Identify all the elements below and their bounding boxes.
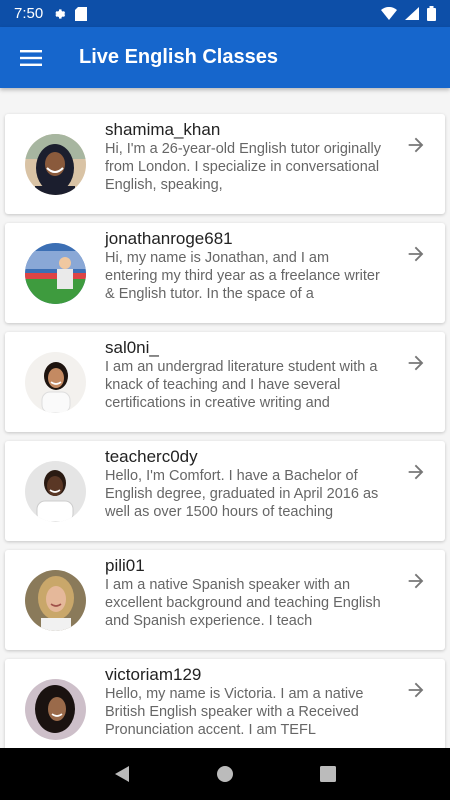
arrow-right-icon[interactable]: [405, 243, 427, 265]
wifi-icon: [381, 7, 397, 20]
gear-icon: [55, 8, 66, 19]
battery-icon: [427, 6, 436, 21]
tutor-card[interactable]: victoriam129 Hello, my name is Victoria.…: [5, 659, 445, 748]
tutor-card[interactable]: sal0ni_ I am an undergrad literature stu…: [5, 332, 445, 432]
tutor-username: pili01: [105, 556, 145, 575]
tutor-username: shamima_khan: [105, 120, 221, 139]
recents-button[interactable]: [316, 762, 340, 786]
tutor-bio: Hi, my name is Jonathan, and I am enteri…: [105, 250, 380, 302]
tutor-bio: Hello, my name is Victoria. I am a nativ…: [105, 686, 364, 738]
tutor-username: jonathanroge681: [105, 229, 233, 248]
menu-button[interactable]: [0, 27, 62, 88]
signal-icon: [405, 7, 419, 20]
back-icon: [114, 766, 129, 782]
status-time: 7:50: [14, 5, 44, 22]
arrow-right-icon[interactable]: [405, 461, 427, 483]
tutor-bio: I am an undergrad literature student wit…: [105, 359, 378, 411]
sd-card-icon: [75, 6, 88, 21]
person-at-stadium-avatar: [25, 243, 86, 304]
tutor-username: victoriam129: [105, 665, 202, 684]
arrow-right-icon[interactable]: [405, 679, 427, 701]
arrow-right-icon[interactable]: [405, 352, 427, 374]
system-nav-bar: [0, 748, 450, 800]
smiling-woman-avatar: [25, 352, 86, 413]
avatar: [25, 243, 86, 304]
avatar: [25, 461, 86, 522]
tutor-card[interactable]: pili01 I am a native Spanish speaker wit…: [5, 550, 445, 650]
tutor-username: sal0ni_: [105, 338, 159, 357]
app-bar: Live English Classes: [0, 27, 450, 88]
back-button[interactable]: [110, 762, 134, 786]
avatar: [25, 679, 86, 740]
tutor-bio: Hello, I'm Comfort. I have a Bachelor of…: [105, 468, 379, 520]
tutor-card[interactable]: jonathanroge681 Hi, my name is Jonathan,…: [5, 223, 445, 323]
recents-icon: [320, 766, 337, 782]
avatar: [25, 570, 86, 631]
home-icon: [216, 766, 233, 782]
arrow-right-icon[interactable]: [405, 134, 427, 156]
tutor-card[interactable]: teacherc0dy Hello, I'm Comfort. I have a…: [5, 441, 445, 541]
tutor-card[interactable]: shamima_khan Hi, I'm a 26-year-old Engli…: [5, 114, 445, 214]
tutor-bio: I am a native Spanish speaker with an ex…: [105, 577, 381, 629]
page-title: Live English Classes: [79, 46, 278, 68]
tutor-username: teacherc0dy: [105, 447, 198, 466]
smiling-woman-white-shirt-avatar: [25, 461, 86, 522]
arrow-right-icon[interactable]: [405, 570, 427, 592]
hamburger-menu-icon: [20, 49, 42, 66]
curly-hair-woman-avatar: [25, 679, 86, 740]
tutor-bio: Hi, I'm a 26-year-old English tutor orig…: [105, 141, 381, 193]
status-bar: 7:50: [0, 0, 450, 27]
tutor-list: shamima_khan Hi, I'm a 26-year-old Engli…: [0, 88, 450, 748]
avatar: [25, 352, 86, 413]
person-in-hijab-avatar: [25, 134, 86, 195]
blonde-woman-avatar: [25, 570, 86, 631]
home-button[interactable]: [213, 762, 237, 786]
avatar: [25, 134, 86, 195]
